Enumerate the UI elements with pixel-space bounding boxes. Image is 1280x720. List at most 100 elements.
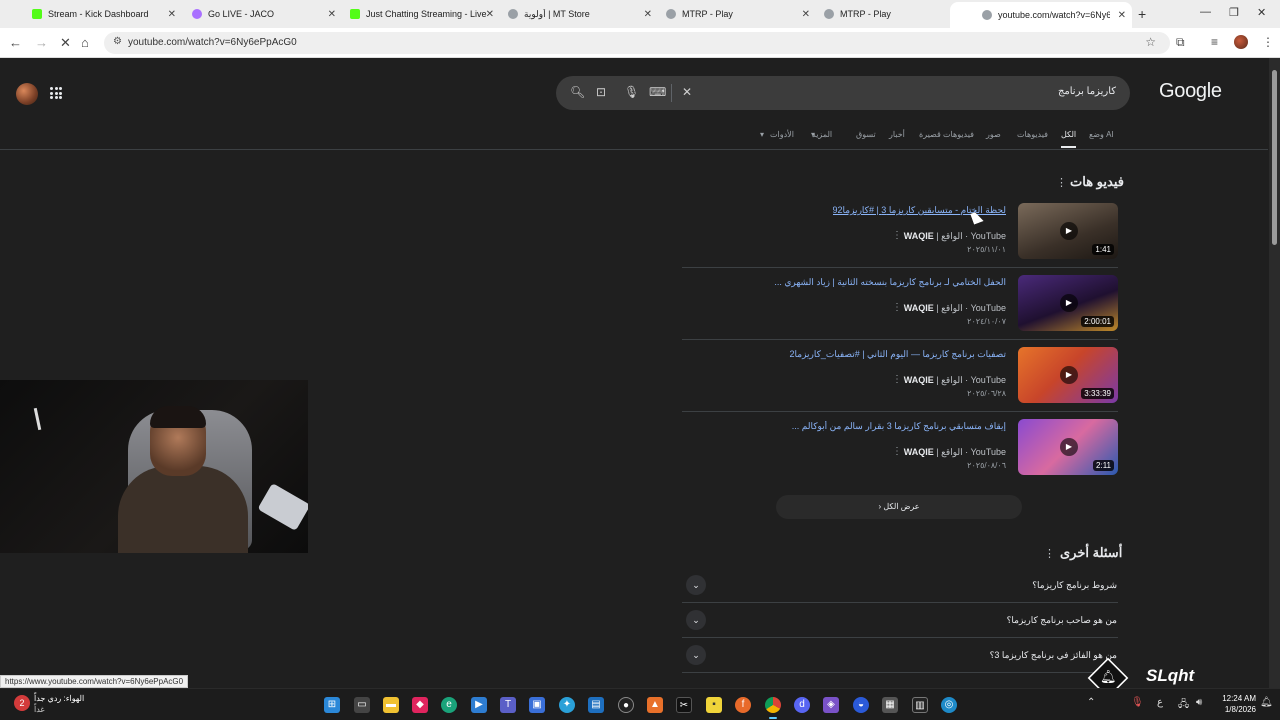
page-scrollbar[interactable]	[1269, 58, 1280, 688]
mic-icon[interactable]: 🎙︎	[624, 85, 639, 99]
media-controls-icon[interactable]: ≡	[1211, 35, 1218, 49]
play-store-icon[interactable]: ▶	[471, 697, 487, 713]
network-icon[interactable]: 🖧	[1178, 697, 1189, 714]
menu-icon[interactable]: ⋮	[1262, 35, 1274, 49]
tab-news[interactable]: أخبار	[889, 130, 905, 139]
tab-more-arrow-icon[interactable]: ▾	[811, 130, 815, 139]
browser-tab[interactable]: أولوية | MT Store ✕	[476, 3, 658, 25]
bookmark-star-icon[interactable]: ☆	[1145, 35, 1156, 49]
app-icon[interactable]: ▦	[882, 697, 898, 713]
address-bar[interactable]: ⚙ youtube.com/watch?v=6Ny6ePpAcG0 ☆	[104, 32, 1170, 54]
video-result[interactable]: ▶ 3:33:39 تصفيات برنامج كاريزما — اليوم …	[682, 347, 1118, 419]
app-icon[interactable]: ◒	[853, 697, 869, 713]
lens-icon[interactable]: ⊡	[596, 85, 606, 99]
capcut-icon[interactable]: ✂	[676, 697, 692, 713]
notes-icon[interactable]: ▪	[706, 697, 722, 713]
browser-tab[interactable]: MTRP - Play ✕	[634, 3, 816, 25]
video-channel[interactable]: WAQIE	[904, 303, 934, 313]
faq-item[interactable]: شروط برنامج كاريزما؟ ⌄	[682, 568, 1118, 603]
close-window-icon[interactable]: ✕	[1257, 6, 1266, 19]
maximize-icon[interactable]: ❐	[1229, 6, 1239, 19]
video-options-icon[interactable]: ⋮	[892, 230, 902, 241]
video-thumbnail[interactable]: ▶ 3:33:39	[1018, 347, 1118, 403]
discord-icon[interactable]: d	[794, 697, 810, 713]
system-clock[interactable]: 12:24 AM 1/8/2026	[1216, 693, 1256, 715]
scrollbar-thumb[interactable]	[1272, 70, 1277, 245]
edge-icon[interactable]: e	[441, 697, 457, 713]
keyboard-icon[interactable]: ⌨	[649, 85, 666, 99]
faq-item[interactable]: من هو صاحب برنامج كاريزما؟ ⌄	[682, 603, 1118, 638]
search-box[interactable]: 🔍︎ ⊡ 🎙︎ ⌨ ✕ كاريزما برنامج	[556, 76, 1130, 110]
back-icon[interactable]: ←	[9, 35, 22, 50]
video-title-link[interactable]: إيقاف متسابقي برنامج كاريزما 3 بقرار سال…	[792, 421, 1006, 432]
avatar[interactable]	[16, 83, 38, 105]
copilot-icon[interactable]: ✦	[559, 697, 575, 713]
app-icon[interactable]: ▲	[647, 697, 663, 713]
browser-tab[interactable]: MTRP - Play ✕	[792, 3, 974, 25]
search-icon[interactable]: 🔍︎	[570, 85, 585, 99]
site-info-icon[interactable]: ⚙	[113, 36, 122, 47]
app-icon[interactable]: ▤	[588, 697, 604, 713]
video-options-icon[interactable]: ⋮	[892, 374, 902, 385]
volume-icon[interactable]: 🔊︎	[1196, 697, 1202, 708]
stop-loading-icon[interactable]: ✕	[60, 35, 71, 51]
new-tab-button[interactable]: +	[1138, 6, 1146, 22]
video-thumbnail[interactable]: ▶ 1:41	[1018, 203, 1118, 259]
video-result[interactable]: ▶ 2:00:01 الحفل الختامي لـ برنامج كاريزم…	[682, 275, 1118, 347]
tab-images[interactable]: صور	[986, 130, 1001, 139]
video-title-link[interactable]: الحفل الختامي لـ برنامج كاريزما بنسخته ا…	[774, 277, 1006, 288]
obs-icon[interactable]: ●	[618, 697, 634, 713]
faq-item[interactable]: من هو الفائز في برنامج كاريزما 3؟ ⌄	[682, 638, 1118, 673]
tab-shorts[interactable]: فيديوهات قصيرة	[919, 130, 974, 139]
minimize-icon[interactable]: —	[1200, 6, 1211, 18]
search-input[interactable]: كاريزما برنامج	[1058, 86, 1116, 97]
app-icon[interactable]: ▥	[912, 697, 928, 713]
google-apps-icon[interactable]	[50, 87, 62, 99]
app-icon[interactable]: ◈	[823, 697, 839, 713]
chevron-down-icon[interactable]: ⌄	[686, 575, 706, 595]
video-options-icon[interactable]: ⋮	[892, 446, 902, 457]
video-thumbnail[interactable]: ▶ 2:00:01	[1018, 275, 1118, 331]
video-result[interactable]: ▶ 1:41 لحظة الختام - متسابقين كاريزما 3 …	[682, 203, 1118, 275]
chrome-icon[interactable]	[765, 697, 781, 719]
browser-tab-active[interactable]: youtube.com/watch?v=6Ny6eP ✕	[950, 2, 1132, 28]
tab-tools[interactable]: الأدوات	[770, 130, 794, 139]
faq-question[interactable]: شروط برنامج كاريزما؟	[1032, 580, 1117, 591]
video-options-icon[interactable]: ⋮	[892, 302, 902, 313]
home-icon[interactable]: ⌂	[81, 35, 89, 50]
tab-ai-mode[interactable]: وضع AI	[1089, 130, 1114, 139]
google-logo[interactable]: Google	[1159, 80, 1222, 103]
close-tab-icon[interactable]: ✕	[1118, 10, 1126, 21]
notification-icon[interactable]: 🔔︎	[1260, 697, 1273, 708]
tab-more[interactable]: المزيد	[812, 130, 832, 139]
videos-more-icon[interactable]: ⋮	[1056, 176, 1067, 189]
extensions-icon[interactable]: ⧉	[1176, 35, 1185, 50]
store-icon[interactable]: ▣	[529, 697, 545, 713]
tab-tools-arrow-icon[interactable]: ▾	[760, 130, 764, 139]
app-icon[interactable]: ◆	[412, 697, 428, 713]
task-view-icon[interactable]: ▭	[354, 697, 370, 713]
file-explorer-icon[interactable]: ▬	[383, 697, 399, 713]
language-indicator[interactable]: ع	[1157, 697, 1163, 708]
browser-tab[interactable]: Just Chatting Streaming - Live ✕	[318, 3, 500, 25]
browser-tab[interactable]: Go LIVE - JACO ✕	[160, 3, 342, 25]
tab-videos[interactable]: فيديوهات	[1017, 130, 1048, 139]
video-channel[interactable]: WAQIE	[904, 447, 934, 457]
teams-icon[interactable]: T	[500, 697, 516, 713]
forward-icon[interactable]: →	[35, 35, 48, 50]
chevron-down-icon[interactable]: ⌄	[686, 610, 706, 630]
show-all-button[interactable]: عرض الكل ‹	[776, 495, 1022, 519]
tray-overflow-icon[interactable]: ⌃	[1087, 697, 1095, 708]
profile-avatar[interactable]	[1234, 35, 1248, 49]
tab-all[interactable]: الكل	[1061, 130, 1077, 148]
chevron-down-icon[interactable]: ⌄	[686, 645, 706, 665]
video-channel[interactable]: WAQIE	[904, 231, 934, 241]
address-url[interactable]: youtube.com/watch?v=6Ny6ePpAcG0	[128, 37, 297, 48]
app-icon[interactable]: ◎	[941, 697, 957, 713]
clear-icon[interactable]: ✕	[682, 85, 692, 99]
tab-shopping[interactable]: تسوق	[856, 130, 876, 139]
video-title-link[interactable]: تصفيات برنامج كاريزما — اليوم الثاني | #…	[789, 349, 1006, 360]
mic-tray-icon[interactable]: 🎙︎	[1131, 697, 1144, 708]
video-thumbnail[interactable]: ▶ 2:11	[1018, 419, 1118, 475]
faq-more-icon[interactable]: ⋮	[1044, 547, 1055, 560]
